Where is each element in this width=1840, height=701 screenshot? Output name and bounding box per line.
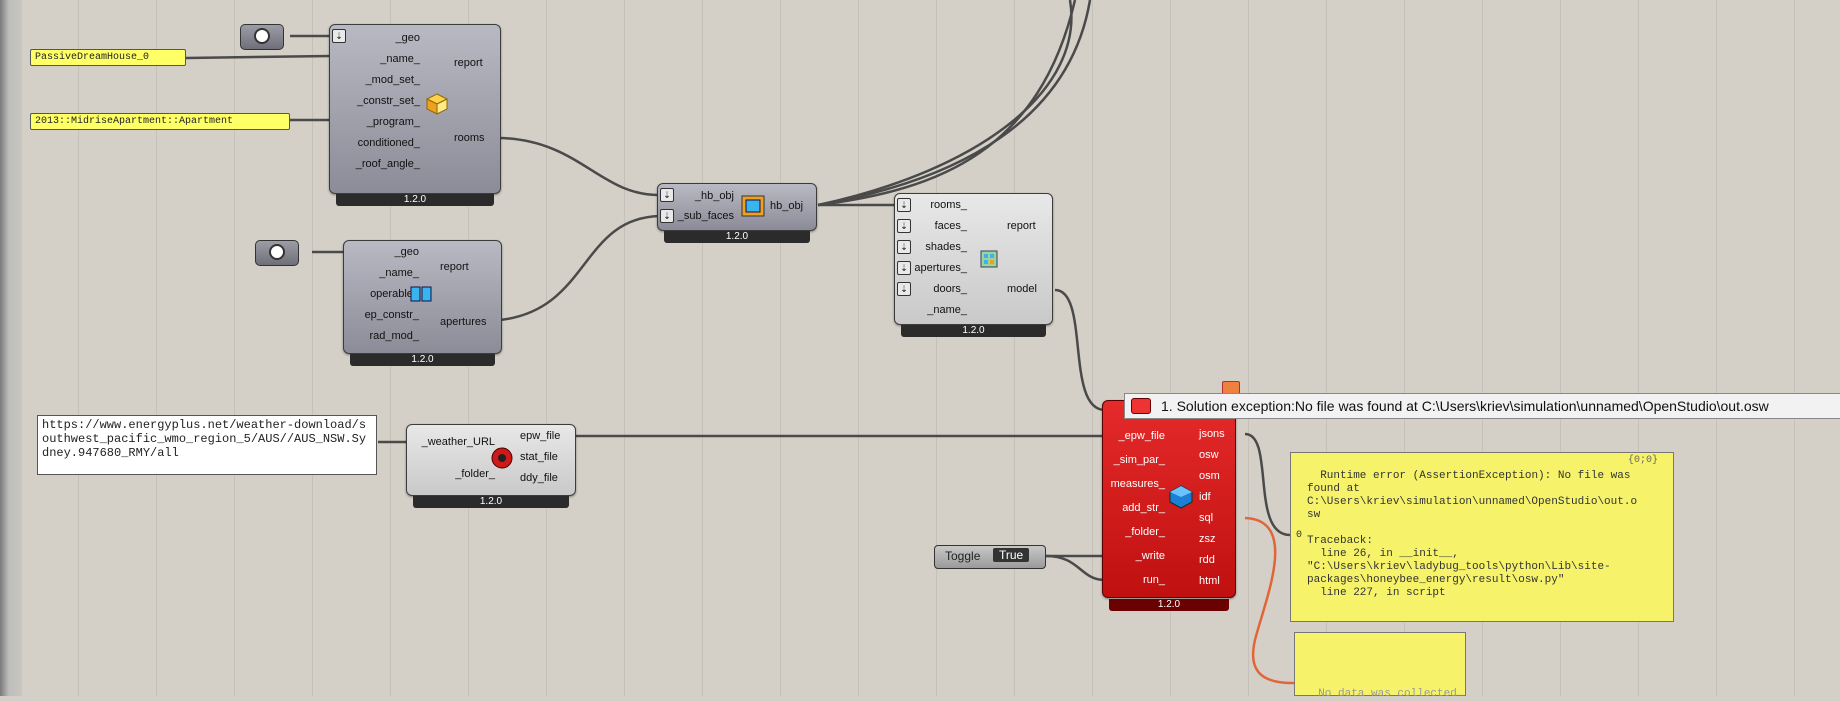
- aperture-input-4[interactable]: rad_mod_: [369, 329, 419, 343]
- sim-output-osm[interactable]: osm: [1199, 469, 1220, 483]
- sim-input-6[interactable]: _write: [1136, 549, 1165, 563]
- wire-rooms: [499, 136, 661, 197]
- sim-input-4[interactable]: add_str_: [1122, 501, 1165, 515]
- sim-input-1[interactable]: _epw_file: [1119, 429, 1165, 443]
- subface-icon: [741, 195, 765, 217]
- hb-obj-flatten-icon: ⇣: [660, 188, 674, 202]
- wire-model: [1054, 288, 1106, 412]
- model-version: 1.2.0: [901, 325, 1046, 337]
- sim-input-5[interactable]: _folder_: [1125, 525, 1165, 539]
- addsub-input-0[interactable]: _hb_obj: [695, 189, 734, 203]
- shades-flatten-icon: ⇣: [897, 240, 911, 254]
- doors-flatten-icon: ⇣: [897, 282, 911, 296]
- sim-output-rdd[interactable]: rdd: [1199, 553, 1215, 567]
- wire-apertures: [499, 214, 661, 322]
- sim-output-zsz[interactable]: zsz: [1199, 532, 1216, 546]
- no-data-panel[interactable]: No data was collected…: [1294, 632, 1466, 700]
- aperture-version: 1.2.0: [350, 354, 495, 366]
- wire-name: [185, 54, 331, 60]
- wire-hbobj-up3: [817, 0, 1073, 207]
- weather-input-0[interactable]: _weather_URL: [422, 435, 495, 449]
- rooms-input-6[interactable]: _roof_angle_: [356, 157, 420, 171]
- sub-faces-flatten-icon: ⇣: [660, 209, 674, 223]
- sim-output-jsons[interactable]: jsons: [1199, 427, 1225, 441]
- solution-exception-text: 1. Solution exception:No file was found …: [1161, 398, 1769, 414]
- hb-model-component[interactable]: ⇣ ⇣ ⇣ ⇣ ⇣ rooms_ faces_ shades_ aperture…: [894, 193, 1053, 337]
- faces-flatten-icon: ⇣: [897, 219, 911, 233]
- weather-output-stat[interactable]: stat_file: [520, 450, 558, 464]
- weather-url-panel[interactable]: https://www.energyplus.net/weather-downl…: [37, 415, 377, 475]
- model-input-4[interactable]: doors_: [933, 282, 967, 296]
- window-icon: [410, 286, 432, 302]
- aperture-output-report[interactable]: report: [440, 260, 469, 274]
- rooms-flatten-icon: ⇣: [897, 198, 911, 212]
- sim-output-osw[interactable]: osw: [1199, 448, 1219, 462]
- error-balloon-icon: [1131, 398, 1151, 414]
- rooms-output-report[interactable]: report: [454, 56, 483, 70]
- weather-url-text: https://www.energyplus.net/weather-downl…: [42, 418, 367, 460]
- ladybug-icon: [491, 447, 513, 469]
- sim-input-3[interactable]: measures_: [1111, 477, 1165, 491]
- hb-add-subface-component[interactable]: ⇣ ⇣ _hb_obj _sub_faces hb_obj 1.2.0: [657, 183, 817, 243]
- model-output-report[interactable]: report: [1007, 219, 1036, 233]
- sim-input-7[interactable]: run_: [1143, 573, 1165, 587]
- hb-room-from-solid-component[interactable]: ⇣ _geo _name_ _mod_set_ _constr_set_ _pr…: [329, 24, 501, 206]
- aperture-output-apertures[interactable]: apertures: [440, 315, 486, 329]
- wire-toggle2: [1045, 554, 1106, 582]
- error-panel-line-index: 0: [1296, 530, 1303, 541]
- toggle-value[interactable]: True: [993, 548, 1030, 562]
- model-input-3[interactable]: apertures_: [914, 261, 967, 275]
- rooms-input-2[interactable]: _mod_set_: [366, 73, 420, 87]
- geometry-param-knob-2[interactable]: [255, 240, 299, 266]
- error-panel-text: Runtime error (AssertionException): No f…: [1307, 470, 1638, 599]
- apertures-flatten-icon: ⇣: [897, 261, 911, 275]
- aperture-input-3[interactable]: ep_constr_: [365, 308, 419, 322]
- rooms-input-3[interactable]: _constr_set_: [357, 94, 420, 108]
- weather-version: 1.2.0: [413, 496, 569, 508]
- sim-input-2[interactable]: _sim_par_: [1114, 453, 1165, 467]
- toggle-label: Toggle: [945, 549, 981, 563]
- boolean-toggle[interactable]: Toggle True: [934, 545, 1046, 569]
- sim-output-html[interactable]: html: [1199, 574, 1220, 588]
- rooms-version: 1.2.0: [336, 194, 494, 206]
- cube-icon: [426, 93, 448, 115]
- addsub-version: 1.2.0: [664, 231, 810, 243]
- addsub-output-hbobj[interactable]: hb_obj: [770, 199, 803, 213]
- program-panel[interactable]: 2013::MidriseApartment::Apartment: [30, 113, 290, 130]
- model-output-model[interactable]: model: [1007, 282, 1037, 296]
- model-input-1[interactable]: faces_: [935, 219, 967, 233]
- rooms-input-5[interactable]: conditioned_: [358, 136, 420, 150]
- weather-output-ddy[interactable]: ddy_file: [520, 471, 558, 485]
- sim-output-idf[interactable]: idf: [1199, 490, 1211, 504]
- sim-output-sql[interactable]: sql: [1199, 511, 1213, 525]
- error-output-panel[interactable]: Runtime error (AssertionException): No f…: [1290, 452, 1674, 622]
- wire-hbobj-up2: [817, 0, 1092, 207]
- building-model-icon: [980, 250, 998, 268]
- weather-input-1[interactable]: _folder_: [455, 467, 495, 481]
- house-name-panel[interactable]: PassiveDreamHouse_0: [30, 49, 186, 66]
- rooms-output-rooms[interactable]: rooms: [454, 131, 485, 145]
- rooms-input-1[interactable]: _name_: [380, 52, 420, 66]
- rooms-input-0[interactable]: _geo: [396, 31, 420, 45]
- wire-hbobj-up1: [817, 0, 1077, 207]
- hb-aperture-component[interactable]: _geo _name_ operable_ ep_constr_ rad_mod…: [343, 240, 502, 366]
- download-weather-component[interactable]: _weather_URL _folder_ epw_file stat_file…: [406, 424, 576, 508]
- geometry-param-knob-1[interactable]: [240, 24, 284, 50]
- model-input-5[interactable]: _name_: [927, 303, 967, 317]
- sim-version: 1.2.0: [1109, 599, 1229, 611]
- geo-input-flatten-icon: ⇣: [332, 29, 346, 43]
- aperture-input-0[interactable]: _geo: [395, 245, 419, 259]
- openstudio-icon: [1169, 485, 1193, 509]
- addsub-input-1[interactable]: _sub_faces: [678, 209, 734, 223]
- weather-output-epw[interactable]: epw_file: [520, 429, 560, 443]
- no-data-text: No data was collected…: [1318, 688, 1464, 700]
- model-input-2[interactable]: shades_: [925, 240, 967, 254]
- aperture-input-1[interactable]: _name_: [379, 266, 419, 280]
- error-panel-index: {0;0}: [1628, 455, 1659, 466]
- rooms-input-4[interactable]: _program_: [367, 115, 420, 129]
- hb-model-to-osm-component[interactable]: _epw_file _sim_par_ measures_ add_str_ _…: [1102, 400, 1236, 611]
- wire-sql-orange: [1244, 516, 1297, 685]
- model-input-0[interactable]: rooms_: [930, 198, 967, 212]
- solution-exception-banner: 1. Solution exception:No file was found …: [1124, 393, 1840, 419]
